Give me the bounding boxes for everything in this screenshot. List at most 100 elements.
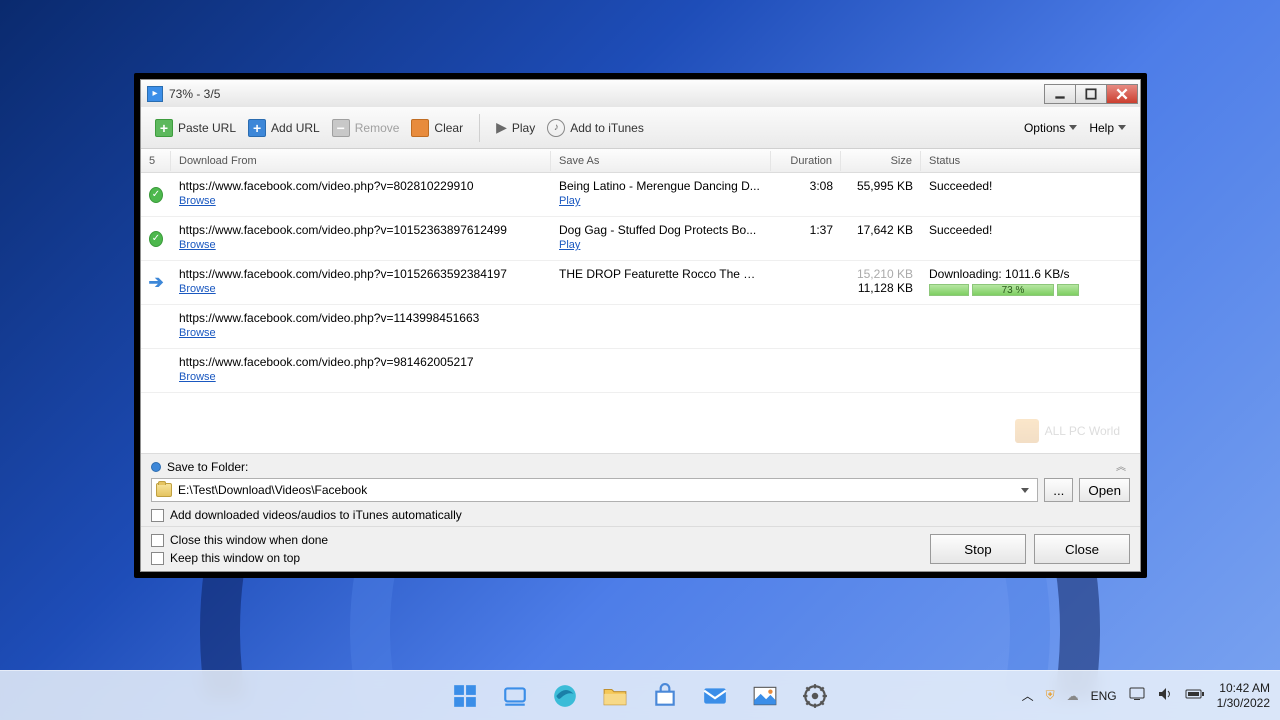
status-text: Succeeded! — [921, 177, 1140, 195]
folder-path-input[interactable]: E:\Test\Download\Videos\Facebook — [151, 478, 1038, 502]
battery-icon[interactable] — [1185, 688, 1205, 703]
language-indicator[interactable]: ENG — [1091, 689, 1117, 703]
list-row[interactable]: ✓ https://www.facebook.com/video.php?v=1… — [141, 217, 1140, 261]
taskbar: ︿ ⛨ ☁ ENG 10:42 AM 1/30/2022 — [0, 670, 1280, 720]
start-button[interactable] — [445, 676, 485, 716]
titlebar[interactable]: ▸ 73% - 3/5 — [140, 79, 1141, 107]
list-row[interactable]: https://www.facebook.com/video.php?v=114… — [141, 305, 1140, 349]
tray-chevron-icon[interactable]: ︿ — [1022, 687, 1034, 704]
keep-on-top-label: Keep this window on top — [170, 551, 300, 565]
caret-down-icon — [1069, 125, 1077, 130]
col-duration[interactable]: Duration — [771, 151, 841, 171]
maximize-button[interactable] — [1075, 84, 1107, 104]
browse-link[interactable]: Browse — [179, 195, 216, 207]
status-text: Downloading: 1011.6 KB/s — [929, 267, 1132, 281]
folder-path-text: E:\Test\Download\Videos\Facebook — [178, 483, 1017, 497]
play-button[interactable]: ▶ Play — [490, 115, 541, 140]
app-window: ▸ 73% - 3/5 + Paste URL + Add URL − Remo… — [134, 73, 1147, 578]
settings-icon[interactable] — [795, 676, 835, 716]
play-link[interactable]: Play — [559, 239, 580, 251]
download-list: 5 Download From Save As Duration Size St… — [141, 149, 1140, 453]
collapse-icon[interactable]: ︽ — [1116, 458, 1124, 473]
help-dropdown[interactable]: Help — [1083, 117, 1132, 139]
add-url-button[interactable]: + Add URL — [242, 115, 326, 141]
options-dropdown[interactable]: Options — [1018, 117, 1083, 139]
explorer-icon[interactable] — [595, 676, 635, 716]
remove-label: Remove — [355, 121, 400, 135]
open-folder-button[interactable]: Open — [1079, 478, 1130, 502]
photos-icon[interactable] — [745, 676, 785, 716]
paste-url-label: Paste URL — [178, 121, 236, 135]
close-when-done-checkbox[interactable] — [151, 534, 164, 547]
col-status[interactable]: Status — [921, 151, 1140, 171]
duration-text: 3:08 — [771, 177, 841, 195]
toolbar: + Paste URL + Add URL − Remove Clear ▶ P… — [141, 107, 1140, 149]
browse-link[interactable]: Browse — [179, 283, 216, 295]
save-as-text: THE DROP Featurette Rocco The … — [559, 267, 763, 281]
list-row[interactable]: ➔ https://www.facebook.com/video.php?v=1… — [141, 261, 1140, 305]
watermark: ALL PC World — [1015, 419, 1120, 443]
save-as-text: Dog Gag - Stuffed Dog Protects Bo... — [559, 223, 763, 237]
browse-link[interactable]: Browse — [179, 239, 216, 251]
url-text: https://www.facebook.com/video.php?v=802… — [179, 179, 543, 193]
window-title: 73% - 3/5 — [169, 87, 220, 101]
stop-button[interactable]: Stop — [930, 534, 1026, 564]
volume-icon[interactable] — [1157, 687, 1173, 704]
keep-on-top-checkbox[interactable] — [151, 552, 164, 565]
clear-icon — [411, 119, 429, 137]
mail-icon[interactable] — [695, 676, 735, 716]
browse-link[interactable]: Browse — [179, 371, 216, 383]
onedrive-icon[interactable]: ☁ — [1067, 689, 1079, 703]
plus-icon: + — [248, 119, 266, 137]
col-save-as[interactable]: Save As — [551, 151, 771, 171]
close-when-done-label: Close this window when done — [170, 533, 328, 547]
duration-text: 1:37 — [771, 221, 841, 239]
taskview-button[interactable] — [495, 676, 535, 716]
folder-icon — [156, 483, 172, 497]
list-row[interactable]: ✓ https://www.facebook.com/video.php?v=8… — [141, 173, 1140, 217]
edge-icon[interactable] — [545, 676, 585, 716]
clear-button[interactable]: Clear — [405, 115, 469, 141]
url-text: https://www.facebook.com/video.php?v=981… — [179, 355, 543, 369]
input-icon[interactable] — [1129, 687, 1145, 704]
clear-label: Clear — [434, 121, 463, 135]
col-num[interactable]: 5 — [141, 151, 171, 171]
remove-button: − Remove — [326, 115, 406, 141]
browse-link[interactable]: Browse — [179, 327, 216, 339]
save-as-text: Being Latino - Merengue Dancing D... — [559, 179, 763, 193]
add-to-itunes-button[interactable]: ♪ Add to iTunes — [541, 115, 650, 141]
security-icon[interactable]: ⛨ — [1046, 688, 1055, 703]
watermark-icon — [1015, 419, 1039, 443]
tray-date[interactable]: 1/30/2022 — [1217, 696, 1270, 710]
help-label: Help — [1089, 121, 1114, 135]
tray-time[interactable]: 10:42 AM — [1219, 681, 1270, 695]
play-link[interactable]: Play — [559, 195, 580, 207]
play-icon: ▶ — [496, 119, 507, 136]
col-download-from[interactable]: Download From — [171, 151, 551, 171]
progress-pct: 73 % — [973, 285, 1053, 296]
size-partial-text: 15,210 KB — [849, 267, 913, 281]
browse-folder-button[interactable]: ... — [1044, 478, 1073, 502]
store-icon[interactable] — [645, 676, 685, 716]
music-icon: ♪ — [547, 119, 565, 137]
footer-section: Close this window when done Keep this wi… — [141, 526, 1140, 567]
url-text: https://www.facebook.com/video.php?v=114… — [179, 311, 543, 325]
radio-icon[interactable] — [151, 462, 161, 472]
size-text: 55,995 KB — [841, 177, 921, 195]
size-text: 17,642 KB — [841, 221, 921, 239]
close-action-button[interactable]: Close — [1034, 534, 1130, 564]
paste-url-button[interactable]: + Paste URL — [149, 115, 242, 141]
col-size[interactable]: Size — [841, 151, 921, 171]
save-folder-section: ︽ Save to Folder: E:\Test\Download\Video… — [141, 453, 1140, 526]
downloading-icon: ➔ — [148, 272, 163, 293]
caret-down-icon — [1118, 125, 1126, 130]
system-tray: ︿ ⛨ ☁ ENG 10:42 AM 1/30/2022 — [1022, 681, 1270, 710]
folder-dropdown-button[interactable] — [1017, 488, 1033, 493]
list-row[interactable]: https://www.facebook.com/video.php?v=981… — [141, 349, 1140, 393]
success-icon: ✓ — [149, 187, 163, 203]
close-button[interactable] — [1106, 84, 1138, 104]
minimize-button[interactable] — [1044, 84, 1076, 104]
list-header: 5 Download From Save As Duration Size St… — [141, 149, 1140, 173]
app-icon: ▸ — [147, 86, 163, 102]
itunes-checkbox[interactable] — [151, 509, 164, 522]
